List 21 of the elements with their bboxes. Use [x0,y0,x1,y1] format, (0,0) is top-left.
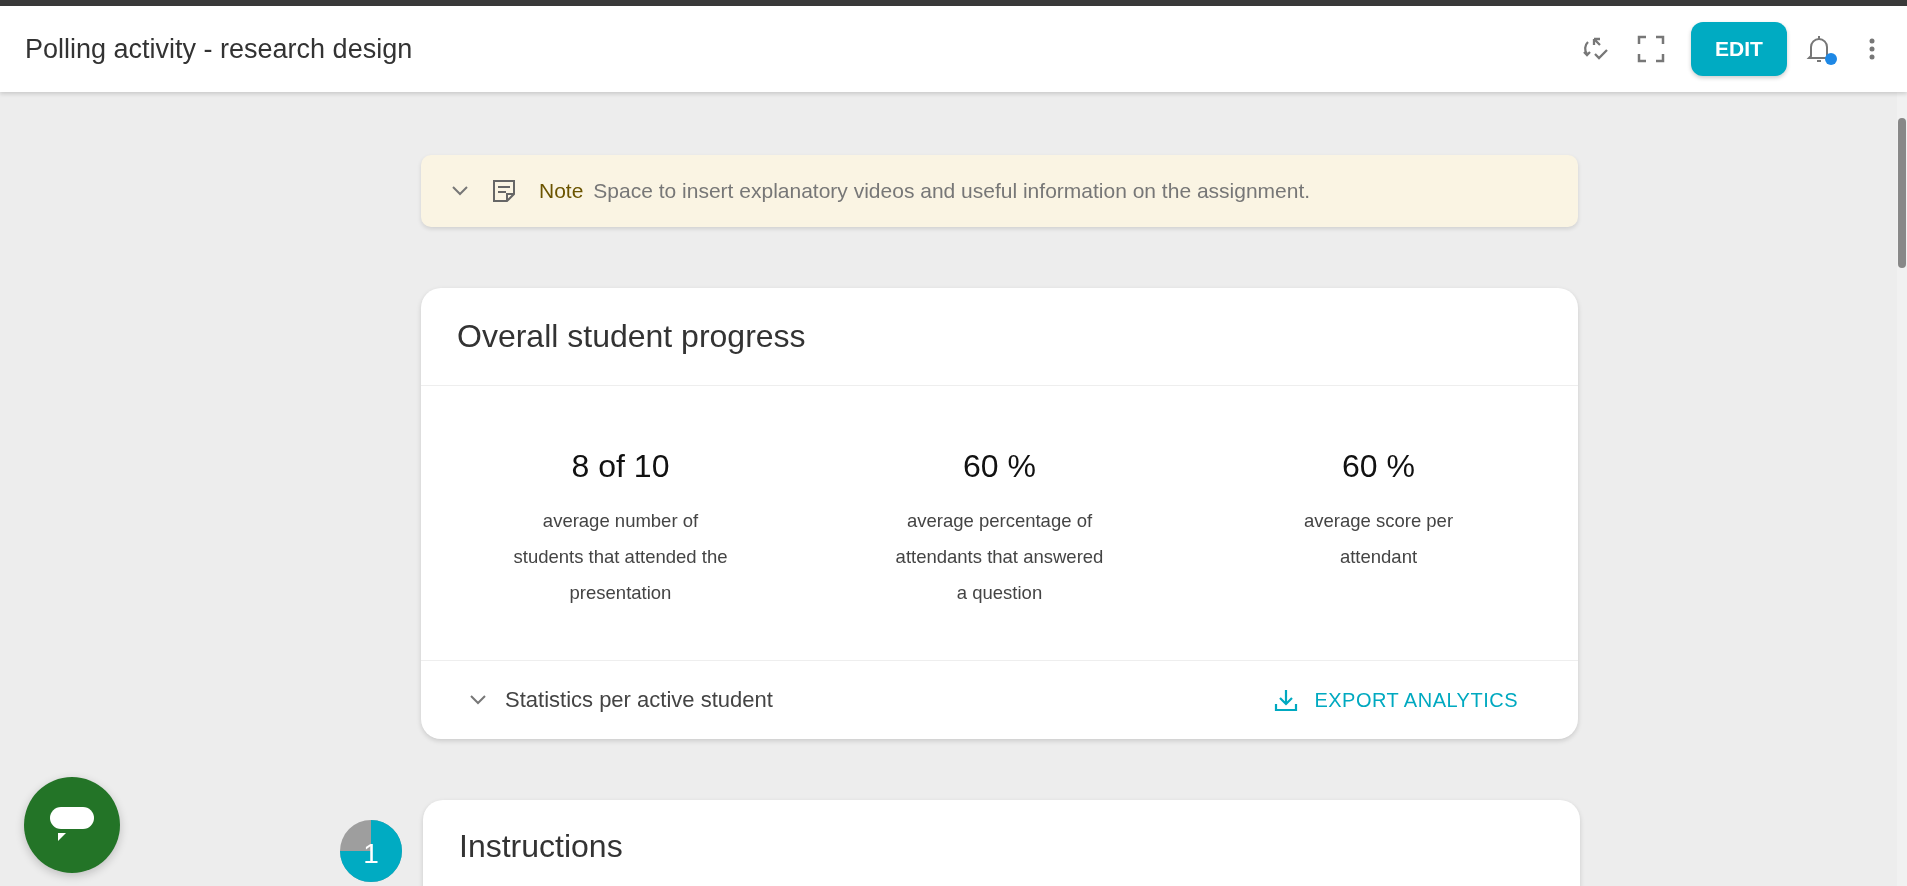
stat-value: 8 of 10 [571,448,670,485]
stat-value: 60 % [963,448,1036,485]
stat-value: 60 % [1342,448,1415,485]
export-button[interactable]: EXPORT ANALYTICS [1274,688,1518,712]
edit-button[interactable]: EDIT [1691,22,1787,76]
chevron-icon [451,185,469,197]
download-icon [1274,688,1299,712]
card-title: Overall student progress [457,318,806,354]
statistics-toggle[interactable]: Statistics per active student [469,687,1275,713]
chevron-icon [469,694,487,706]
note-text: Space to insert explanatory videos and useful information on the assignment. [593,179,1311,203]
stat-caption: average number of students that attended the presentation [513,509,728,605]
chat-button[interactable] [24,777,120,873]
note-icon [491,178,517,204]
stat-caption: average percentage of attendants that answered a question [894,509,1105,605]
step-number: 1 [362,837,380,871]
stat-caption: average score per attendant [1302,509,1455,569]
page-title: Polling activity - research design [25,33,414,65]
scrollbar-thumb[interactable] [1898,118,1906,268]
section-title: Instructions [459,828,623,864]
note-label: Note [539,179,584,203]
